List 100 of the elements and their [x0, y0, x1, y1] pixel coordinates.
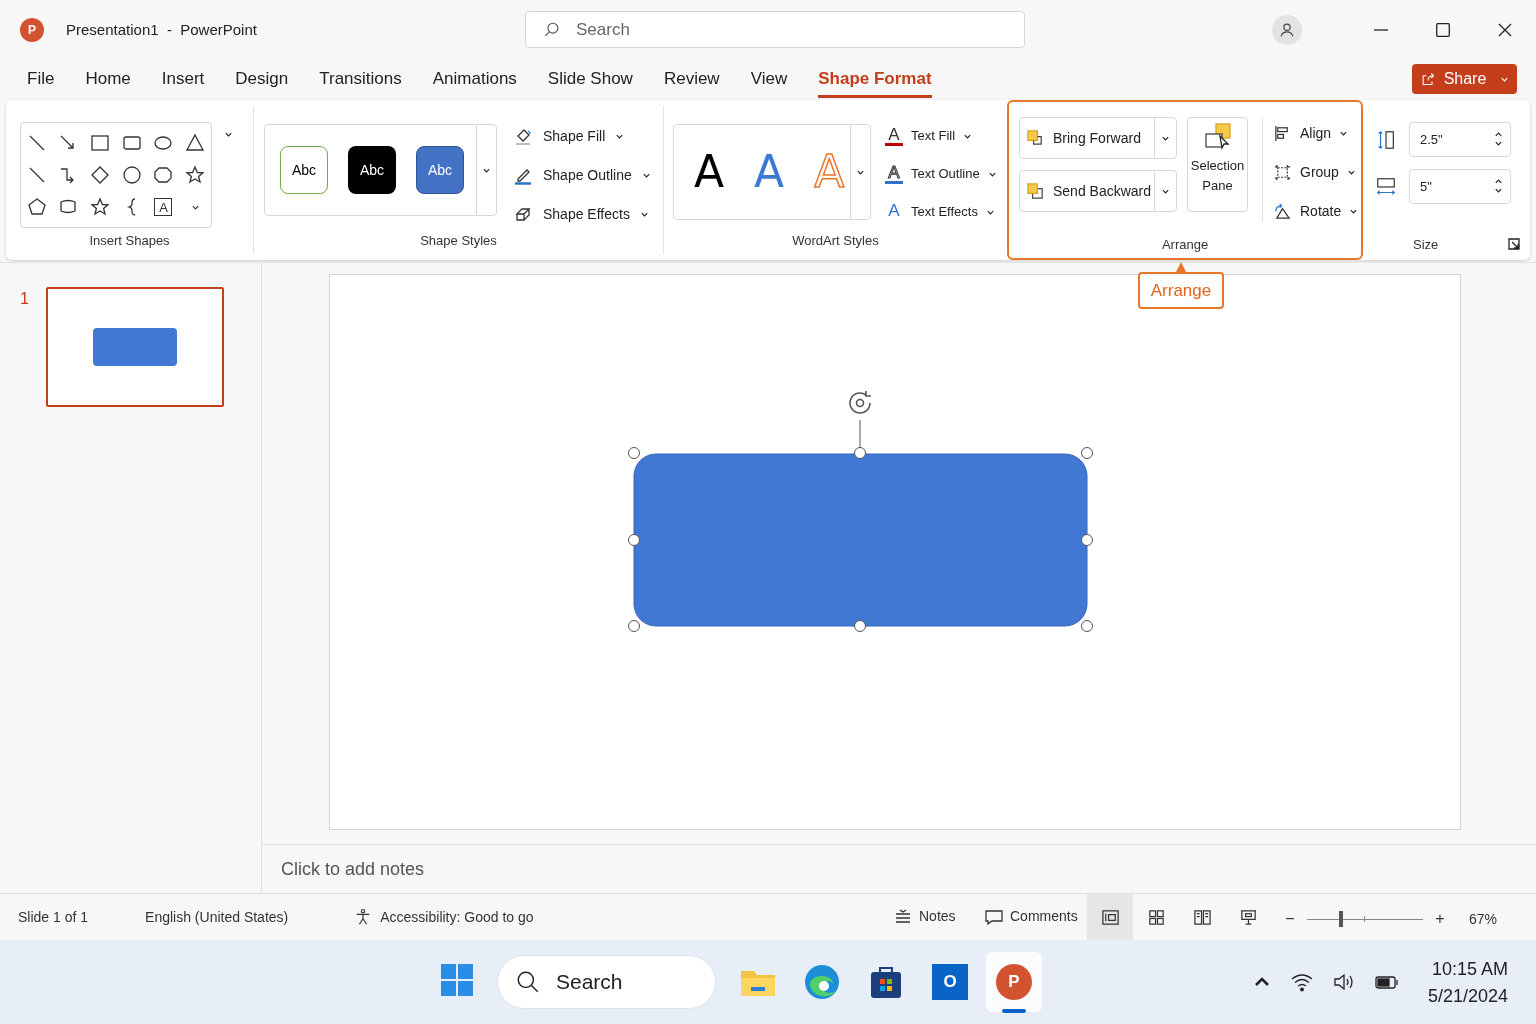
ribbon-command[interactable]: A Text Fill	[885, 126, 997, 146]
window-title: Presentation1 - PowerPoint	[66, 19, 257, 40]
resize-handle[interactable]	[1081, 534, 1093, 546]
triangle-icon	[185, 133, 206, 153]
dialog-launcher-icon	[1508, 238, 1520, 250]
taskbar-search-field[interactable]: Search	[497, 955, 716, 1009]
ribbon-command[interactable]: A Text Effects	[885, 202, 997, 222]
chevron-up-icon	[1494, 130, 1503, 139]
size-input[interactable]: 2.5"	[1409, 122, 1511, 157]
ribbon-command[interactable]: Align	[1273, 123, 1359, 144]
search-icon	[515, 969, 541, 995]
accessibility-status[interactable]: Accessibility: Good to go	[354, 906, 534, 928]
ribbon-command[interactable]: Shape Fill	[513, 126, 651, 147]
resize-handle[interactable]	[854, 620, 866, 632]
ribbon-command[interactable]: Shape Effects	[513, 204, 651, 225]
chevron-down-icon	[1346, 168, 1356, 177]
star-icon	[90, 197, 111, 217]
slide-sorter-icon	[1146, 908, 1166, 927]
shape-style-preset[interactable]: Abc	[416, 146, 464, 194]
slide-count: Slide 1 of 1	[18, 907, 89, 927]
search-icon	[543, 21, 561, 39]
menu-tab[interactable]: Animations	[432, 62, 517, 98]
chevron-down-icon	[639, 210, 649, 219]
menu-tab[interactable]: File	[27, 62, 55, 98]
language-status[interactable]: English (United States)	[145, 906, 289, 928]
rotate-handle-icon[interactable]	[849, 390, 872, 414]
zoom-out-button[interactable]: −	[1283, 907, 1297, 931]
chevron-down-icon	[1339, 129, 1349, 138]
wordart-preset[interactable]: A	[754, 150, 785, 194]
rotate-icon	[1273, 202, 1292, 221]
text-box-icon[interactable]: A	[154, 198, 173, 216]
reading-view-icon	[1192, 908, 1212, 927]
group-label: Arrange	[1161, 235, 1209, 254]
arrange-callout: Arrange	[1138, 272, 1224, 309]
zoom-slider[interactable]	[1307, 911, 1423, 927]
clock-date[interactable]: 5/21/2024	[1427, 983, 1508, 1010]
size-input[interactable]: 5"	[1409, 169, 1511, 204]
windows-start-icon	[440, 963, 474, 997]
rounded-rectangle-icon	[121, 133, 142, 153]
menu-tab[interactable]: Insert	[161, 62, 205, 98]
clock-time[interactable]: 10:15 AM	[1431, 956, 1508, 983]
share-button[interactable]: Share	[1412, 64, 1517, 94]
account-avatar[interactable]	[1272, 15, 1302, 45]
powerpoint-logo-icon: P	[20, 18, 44, 42]
minimize-icon	[1374, 29, 1388, 31]
zoom-slider-thumb[interactable]	[1339, 911, 1344, 927]
resize-handle[interactable]	[628, 620, 640, 632]
chevron-down-icon	[641, 171, 651, 180]
resize-handle[interactable]	[628, 534, 640, 546]
resize-handle[interactable]	[628, 447, 640, 459]
oval-icon	[153, 133, 174, 153]
taskbar-app[interactable]: P	[986, 952, 1042, 1012]
zoom-in-button[interactable]: +	[1433, 907, 1447, 931]
browser-icon	[802, 962, 842, 1002]
menu-tab[interactable]: Transitions	[319, 62, 402, 98]
shape-style-preset[interactable]: Abc	[280, 146, 328, 194]
group-label: Size	[1413, 237, 1439, 252]
menu-tab[interactable]: View	[750, 62, 788, 98]
menu-tab[interactable]: Slide Show	[547, 62, 633, 98]
split-button-label[interactable]: Send Backward	[1053, 180, 1152, 202]
zoom-level[interactable]: 67%	[1469, 908, 1498, 930]
menu-tab[interactable]: Design	[235, 62, 289, 98]
slide-thumbnail[interactable]	[45, 287, 224, 407]
rectangle-icon	[90, 133, 111, 153]
app-logo-icon: P	[996, 964, 1032, 1000]
close-icon	[1498, 23, 1512, 37]
notes-button[interactable]: Notes	[893, 906, 956, 927]
shape-style-preset[interactable]: Abc	[348, 146, 396, 194]
selection-pane-button[interactable]: Selection Pane	[1187, 117, 1248, 212]
taskbar-app[interactable]: O	[922, 952, 978, 1012]
comments-button[interactable]: Comments	[984, 906, 1078, 927]
split-button-label[interactable]: Bring Forward	[1053, 127, 1141, 149]
split-button[interactable]: Send Backward	[1019, 170, 1177, 212]
slide-number: 1	[20, 289, 29, 309]
pentagon-icon	[26, 197, 47, 217]
rotation-stem	[859, 419, 861, 449]
wordart-preset[interactable]: A	[694, 150, 725, 194]
chevron-up-icon	[1494, 177, 1503, 186]
ribbon-command[interactable]: Rotate	[1273, 201, 1359, 222]
notes-placeholder[interactable]: Click to add notes	[281, 855, 425, 883]
resize-handle[interactable]	[1081, 447, 1093, 459]
split-button[interactable]: Bring Forward	[1019, 117, 1177, 159]
maximize-icon	[1436, 23, 1450, 37]
menu-tab[interactable]: Review	[663, 62, 720, 98]
ribbon-command[interactable]: Group	[1273, 162, 1359, 183]
ribbon-command[interactable]: A Text Outline	[885, 164, 997, 184]
view-button[interactable]	[1087, 894, 1133, 941]
chevron-down-icon	[224, 130, 233, 139]
ribbon-command[interactable]: Shape Outline	[513, 165, 651, 186]
active-indicator	[1002, 1009, 1026, 1013]
resize-handle[interactable]	[1081, 620, 1093, 632]
resize-handle[interactable]	[854, 447, 866, 459]
callout-pointer	[1176, 262, 1186, 272]
menu-tab[interactable]: Home	[85, 62, 131, 98]
chevron-down-icon	[1494, 186, 1503, 195]
search-field[interactable]: Search	[525, 11, 1025, 48]
group-icon	[1273, 163, 1292, 182]
octagon-icon	[153, 165, 174, 185]
chevron-down-icon	[615, 132, 625, 141]
diamond-icon	[90, 165, 111, 185]
